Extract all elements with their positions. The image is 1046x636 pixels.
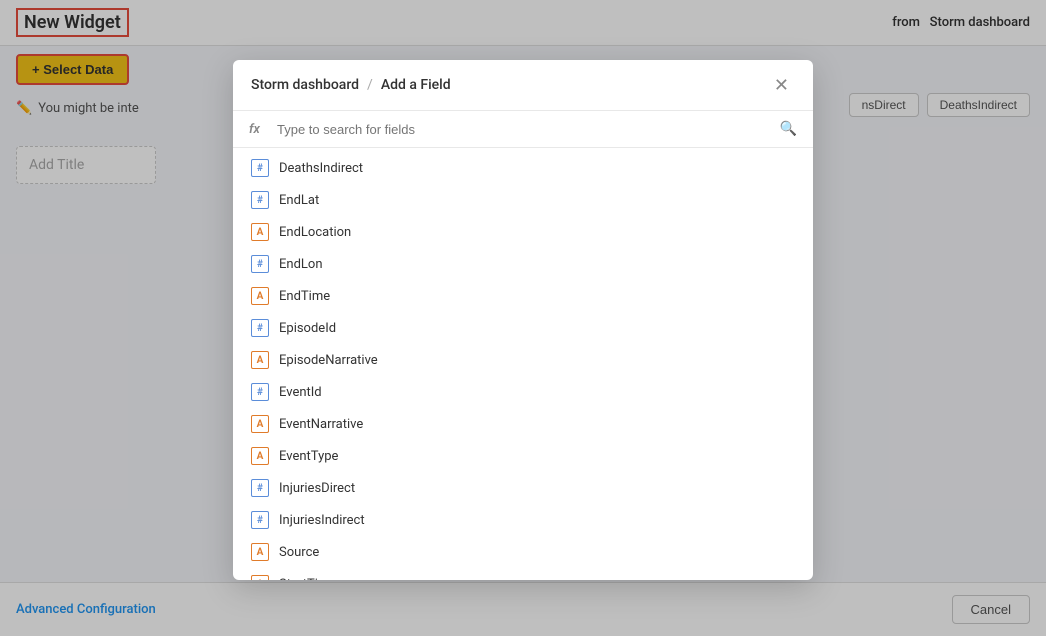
- modal-page-name: Add a Field: [381, 77, 451, 93]
- modal-overlay: Storm dashboard / Add a Field ✕ fx 🔍 # De…: [0, 0, 1046, 636]
- field-name-label: EventId: [279, 385, 322, 400]
- field-type-badge: #: [251, 159, 269, 177]
- field-list: # DeathsIndirect # EndLat A EndLocation # EndLo…: [233, 148, 813, 580]
- modal-title: Storm dashboard / Add a Field: [251, 77, 451, 93]
- field-type-badge: A: [251, 415, 269, 433]
- search-input[interactable]: [277, 122, 772, 137]
- field-name-label: StartTime: [279, 577, 336, 581]
- field-name-label: EndTime: [279, 289, 330, 304]
- field-item[interactable]: # EpisodeId: [233, 312, 813, 344]
- field-type-badge: #: [251, 383, 269, 401]
- field-type-badge: #: [251, 479, 269, 497]
- field-type-badge: A: [251, 351, 269, 369]
- modal-header: Storm dashboard / Add a Field ✕: [233, 60, 813, 111]
- field-item[interactable]: A EpisodeNarrative: [233, 344, 813, 376]
- field-name-label: EndLocation: [279, 225, 351, 240]
- search-row: fx 🔍: [233, 111, 813, 148]
- field-type-badge: #: [251, 319, 269, 337]
- field-name-label: Source: [279, 545, 319, 560]
- field-name-label: EventType: [279, 449, 338, 464]
- modal-dashboard-name: Storm dashboard: [251, 77, 359, 93]
- search-icon: 🔍: [780, 121, 797, 137]
- field-item[interactable]: A EndTime: [233, 280, 813, 312]
- field-type-badge: A: [251, 223, 269, 241]
- field-type-badge: A: [251, 543, 269, 561]
- field-item[interactable]: # EndLat: [233, 184, 813, 216]
- field-item[interactable]: # InjuriesIndirect: [233, 504, 813, 536]
- field-item[interactable]: # EventId: [233, 376, 813, 408]
- field-name-label: InjuriesDirect: [279, 481, 355, 496]
- page-wrapper: New Widget from Storm dashboard + Select…: [0, 0, 1046, 636]
- field-name-label: EndLat: [279, 193, 319, 208]
- field-name-label: EpisodeNarrative: [279, 353, 378, 368]
- field-item[interactable]: # EndLon: [233, 248, 813, 280]
- field-type-badge: #: [251, 255, 269, 273]
- fx-icon: fx: [249, 122, 269, 137]
- field-name-label: EventNarrative: [279, 417, 363, 432]
- field-item[interactable]: A EventNarrative: [233, 408, 813, 440]
- field-item[interactable]: A StartTime: [233, 568, 813, 580]
- add-field-modal: Storm dashboard / Add a Field ✕ fx 🔍 # De…: [233, 60, 813, 580]
- field-type-badge: #: [251, 511, 269, 529]
- field-type-badge: A: [251, 575, 269, 580]
- field-item[interactable]: # InjuriesDirect: [233, 472, 813, 504]
- field-type-badge: A: [251, 287, 269, 305]
- field-item[interactable]: A EventType: [233, 440, 813, 472]
- field-item[interactable]: # DeathsIndirect: [233, 152, 813, 184]
- modal-close-button[interactable]: ✕: [768, 74, 795, 96]
- modal-separator: /: [367, 77, 373, 93]
- field-name-label: InjuriesIndirect: [279, 513, 365, 528]
- field-item[interactable]: A Source: [233, 536, 813, 568]
- field-type-badge: A: [251, 447, 269, 465]
- field-type-badge: #: [251, 191, 269, 209]
- field-item[interactable]: A EndLocation: [233, 216, 813, 248]
- field-name-label: EpisodeId: [279, 321, 336, 336]
- field-name-label: EndLon: [279, 257, 323, 272]
- field-name-label: DeathsIndirect: [279, 161, 363, 176]
